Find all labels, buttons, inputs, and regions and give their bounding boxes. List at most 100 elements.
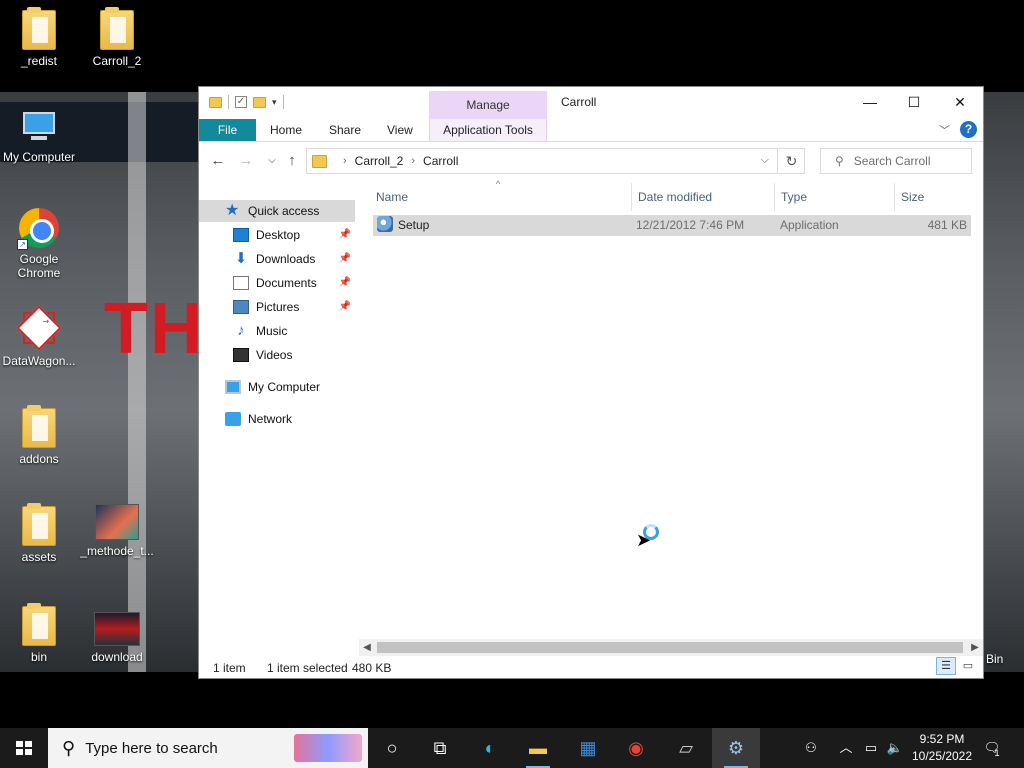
nav-item-label: Desktop [256,228,301,242]
address-bar[interactable]: › Carroll_2 › Carroll ⌵ [306,148,778,174]
folder-icon [22,405,56,448]
search-highlight-image[interactable] [294,734,362,762]
tab-file[interactable]: File [199,119,256,141]
desktop-icon-google-chrome[interactable]: ↗ Google Chrome [0,208,78,280]
new-folder-icon[interactable] [253,96,266,108]
help-icon[interactable]: ? [960,121,977,138]
refresh-button[interactable]: ↻ [779,148,805,174]
desktop-icon-recycle-bin[interactable]: Bin [986,652,1016,666]
back-button[interactable]: ← [207,150,229,172]
chevron-down-icon[interactable]: ⌵ [761,154,769,167]
desktop-icon-bin[interactable]: bin [0,603,78,664]
people-icon[interactable]: ⚇ [798,728,824,768]
forward-button[interactable]: → [235,150,257,172]
windows-logo-icon [16,741,32,755]
desktop-icon-datawagon[interactable]: ↗ DataWagon... [0,305,78,368]
search-box[interactable]: ⚲ Search Carroll [820,148,972,174]
navigation-pane: ★ Quick access Desktop 📌 ⬇ Downloads 📌 D… [199,193,359,653]
desktop-icon-assets[interactable]: assets [0,503,78,564]
volume-icon[interactable]: 🔈 [884,728,906,768]
notification-count: 1 [994,748,1000,758]
app-taskbar-icon[interactable]: ▱ [662,728,710,768]
desktop-icon-carroll-2[interactable]: Carroll_2 [78,7,156,68]
large-icons-view-icon[interactable]: ▭ [958,657,978,675]
file-type: Application [780,218,839,232]
start-button[interactable] [0,728,48,768]
minimize-button[interactable]: — [847,87,893,117]
store-icon[interactable]: ▦ [564,728,612,768]
desktop-icon-label: DataWagon... [2,354,76,368]
nav-item-label: Pictures [256,300,300,314]
taskbar-search-box[interactable]: ⚲ Type here to search [48,728,368,768]
setup-taskbar-icon[interactable]: ⚙ [712,728,760,768]
computer-icon [225,380,241,394]
nav-item-label: Music [256,324,288,338]
nav-item-label: Quick access [248,204,320,218]
pin-icon: 📌 [338,229,351,240]
column-header-name[interactable]: Name [370,183,632,211]
folder-icon [22,503,56,546]
expand-ribbon-icon[interactable]: ﹀ [939,122,950,138]
nav-item-videos[interactable]: Videos [199,344,355,366]
desktop-icon-redist[interactable]: _redist [0,7,78,68]
column-header-size[interactable]: Size [895,183,971,211]
clock[interactable]: 9:52 PM 10/25/2022 [910,731,974,765]
nav-item-pictures[interactable]: Pictures 📌 [199,296,355,318]
tab-view[interactable]: View [377,119,423,141]
desktop-icon-download[interactable]: download [78,612,156,664]
tab-home[interactable]: Home [260,119,312,141]
pictures-icon [233,300,249,314]
clock-date: 10/25/2022 [911,749,973,763]
details-view-icon[interactable]: ☰ [936,657,956,675]
taskbar-search-placeholder: Type here to search [85,739,218,757]
nav-item-documents[interactable]: Documents 📌 [199,272,355,294]
nav-item-my-computer[interactable]: My Computer [199,376,355,398]
folder-icon [209,96,222,108]
chevron-right-icon[interactable]: › [411,155,415,167]
column-header-date-modified[interactable]: Date modified [632,183,775,211]
file-explorer-taskbar-icon[interactable]: ▬ [514,728,562,768]
scroll-right-icon[interactable]: ▶ [967,639,983,656]
nav-item-music[interactable]: ♪ Music [199,320,355,342]
close-button[interactable]: ✕ [937,87,983,117]
chevron-right-icon[interactable]: › [343,155,347,167]
cortana-icon[interactable]: ○ [368,728,416,768]
tab-application-tools[interactable]: Application Tools [429,119,547,141]
edge-icon[interactable]: ◐ [466,728,514,768]
nav-item-desktop[interactable]: Desktop 📌 [199,224,355,246]
network-tray-icon[interactable]: ▭ [860,728,882,768]
file-row-setup[interactable]: Setup 12/21/2012 7:46 PM Application 481… [373,215,971,236]
show-hidden-icons-icon[interactable]: ︿ [836,728,856,768]
column-header-type[interactable]: Type [775,183,895,211]
scroll-left-icon[interactable]: ◀ [359,639,375,656]
desktop-icon-addons[interactable]: addons [0,405,78,466]
search-icon: ⚲ [62,737,76,758]
task-view-icon[interactable]: ⧉ [416,728,464,768]
horizontal-scrollbar[interactable]: ◀ ▶ [359,639,983,656]
chrome-taskbar-icon[interactable]: ◉ [612,728,660,768]
nav-item-label: My Computer [248,380,321,394]
clock-time: 9:52 PM [919,732,965,746]
tab-share[interactable]: Share [319,119,371,141]
download-arrow-icon: ⬇ [234,250,248,267]
properties-icon[interactable]: ✓ [235,96,247,108]
customize-toolbar-icon[interactable]: ▾ [272,97,277,108]
desktop-icon-my-computer[interactable]: My Computer [0,110,78,164]
ribbon-tabs: File Home Share View Application Tools ﹀… [199,119,983,142]
busy-spinner-icon [643,524,659,540]
status-item-count: 1 item [213,661,246,675]
recent-locations-button[interactable]: ⌵ [261,150,283,172]
manage-context-tab[interactable]: Manage [429,91,547,119]
maximize-button[interactable]: ☐ [891,87,937,117]
folder-icon [312,154,327,168]
nav-item-quick-access[interactable]: ★ Quick access [199,200,355,222]
nav-item-network[interactable]: Network [199,408,355,430]
up-button[interactable]: ↑ [281,150,303,172]
breadcrumb-carroll-2[interactable]: Carroll_2 [355,154,404,168]
breadcrumb-carroll[interactable]: Carroll [423,154,458,168]
nav-item-downloads[interactable]: ⬇ Downloads 📌 [199,248,355,270]
desktop-icon-methode[interactable]: _methode_t... [78,504,156,558]
scrollbar-thumb[interactable] [377,642,963,653]
nav-item-label: Documents [256,276,317,290]
file-date-modified: 12/21/2012 7:46 PM [636,218,745,232]
